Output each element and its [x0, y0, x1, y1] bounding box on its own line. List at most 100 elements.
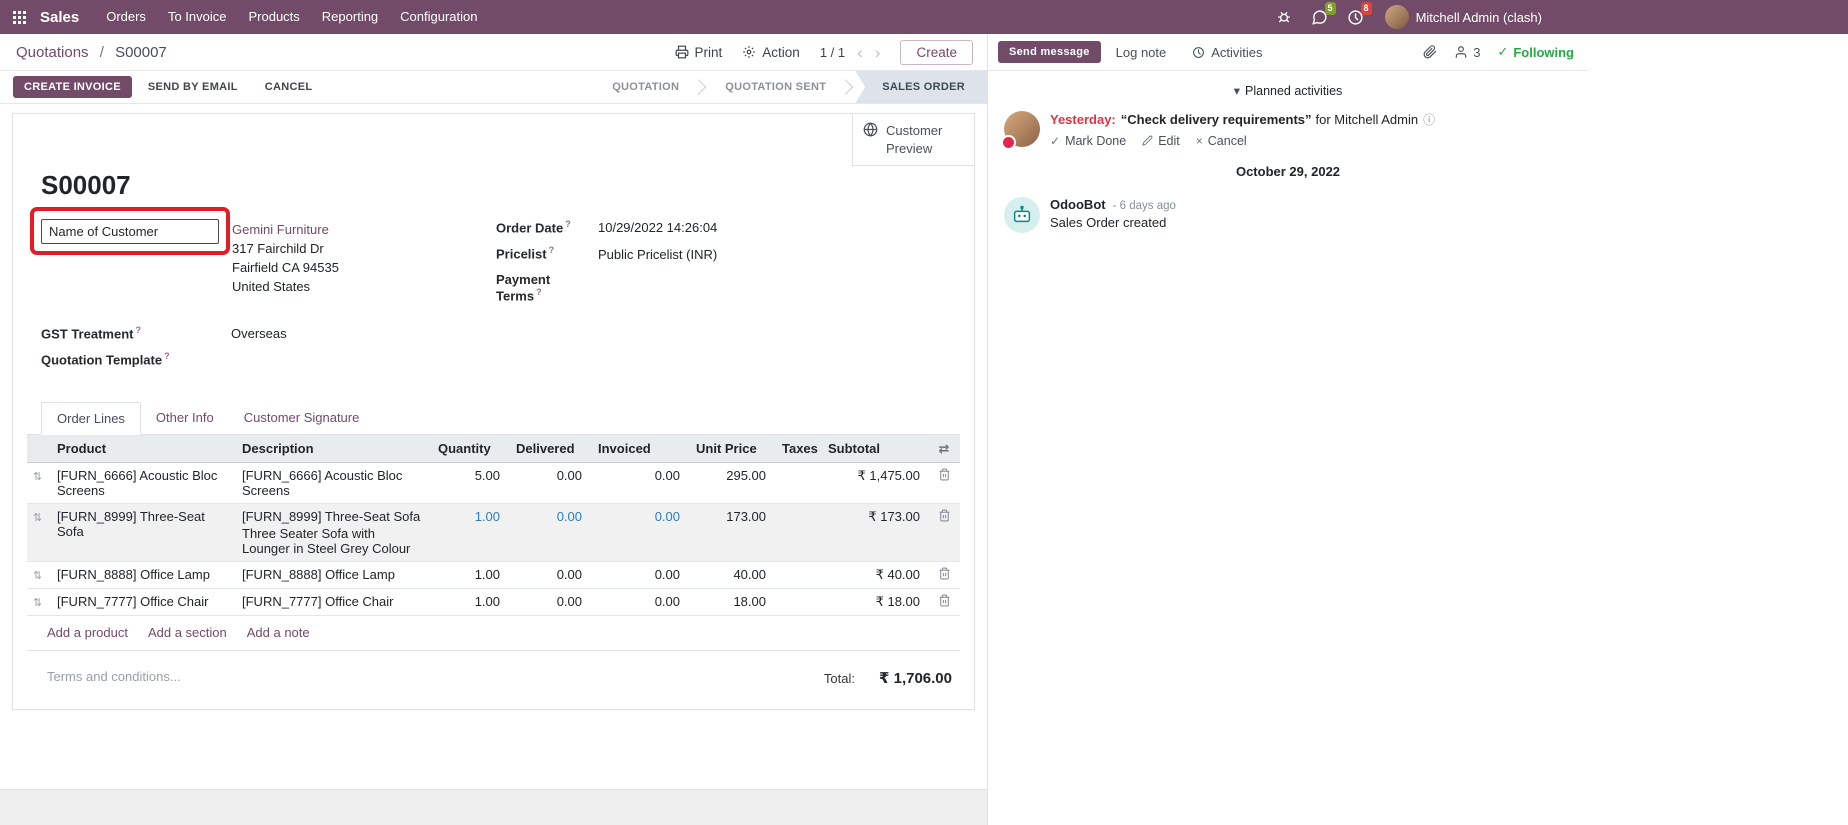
user-menu[interactable]: Mitchell Admin (clash)	[1375, 0, 1552, 34]
line-invoiced[interactable]: 0.00	[590, 588, 688, 615]
followers-button[interactable]: 3	[1454, 45, 1480, 60]
edit-activity-button[interactable]: Edit	[1142, 134, 1180, 148]
gst-treatment-value[interactable]: Overseas	[231, 326, 287, 341]
apps-menu-button[interactable]	[0, 0, 38, 34]
menu-reporting[interactable]: Reporting	[311, 0, 389, 34]
menu-orders[interactable]: Orders	[95, 0, 157, 34]
line-quantity[interactable]: 1.00	[430, 561, 508, 588]
attachments-button[interactable]	[1423, 45, 1437, 59]
mark-done-button[interactable]: ✓Mark Done	[1050, 134, 1126, 148]
info-icon[interactable]: ⓘ	[1423, 113, 1435, 127]
planned-activities-toggle[interactable]: ▾Planned activities	[1004, 83, 1572, 98]
line-unit-price[interactable]: 18.00	[688, 588, 774, 615]
app-name[interactable]: Sales	[40, 9, 79, 26]
following-button[interactable]: ✓ Following	[1497, 44, 1574, 60]
tab-other-info[interactable]: Other Info	[141, 402, 229, 435]
line-invoiced[interactable]: 0.00	[590, 462, 688, 503]
line-taxes[interactable]	[774, 503, 820, 561]
taxes-column-header[interactable]: Taxes	[774, 435, 820, 462]
line-product[interactable]: [FURN_8888] Office Lamp	[49, 561, 234, 588]
line-unit-price[interactable]: 173.00	[688, 503, 774, 561]
line-delivered[interactable]: 0.00	[508, 561, 590, 588]
create-button[interactable]: Create	[900, 40, 973, 65]
order-line-row[interactable]: ⇅ [FURN_7777] Office Chair [FURN_7777] O…	[27, 588, 960, 615]
delete-line-icon[interactable]	[938, 468, 951, 481]
drag-handle-icon[interactable]: ⇅	[33, 471, 42, 483]
delete-line-icon[interactable]	[938, 567, 951, 580]
line-unit-price[interactable]: 40.00	[688, 561, 774, 588]
status-step-quotation-sent[interactable]: QUOTATION SENT	[708, 71, 843, 103]
line-quantity[interactable]: 1.00	[430, 588, 508, 615]
pager-previous-icon[interactable]: ‹	[857, 44, 863, 61]
delete-line-icon[interactable]	[938, 594, 951, 607]
order-line-row[interactable]: ⇅ [FURN_8888] Office Lamp [FURN_8888] Of…	[27, 561, 960, 588]
line-taxes[interactable]	[774, 588, 820, 615]
drag-handle-icon[interactable]: ⇅	[33, 570, 42, 582]
cancel-activity-button[interactable]: ×Cancel	[1196, 134, 1247, 148]
line-product[interactable]: [FURN_7777] Office Chair	[49, 588, 234, 615]
line-product[interactable]: [FURN_6666] Acoustic Bloc Screens	[49, 462, 234, 503]
log-note-button[interactable]: Log note	[1105, 40, 1178, 65]
line-quantity[interactable]: 1.00	[430, 503, 508, 561]
create-invoice-button[interactable]: CREATE INVOICE	[13, 76, 132, 98]
line-taxes[interactable]	[774, 462, 820, 503]
cancel-button[interactable]: CANCEL	[254, 76, 324, 98]
pager-next-icon[interactable]: ›	[875, 44, 881, 61]
activities-button[interactable]: Activities	[1181, 40, 1273, 65]
send-by-email-button[interactable]: SEND BY EMAIL	[137, 76, 249, 98]
subtotal-column-header[interactable]: Subtotal	[820, 435, 928, 462]
customer-name-input[interactable]	[41, 219, 219, 244]
line-delivered[interactable]: 0.00	[508, 503, 590, 561]
delete-line-icon[interactable]	[938, 509, 951, 522]
line-delivered[interactable]: 0.00	[508, 588, 590, 615]
message-author[interactable]: OdooBot	[1050, 197, 1106, 212]
line-quantity[interactable]: 5.00	[430, 462, 508, 503]
menu-configuration[interactable]: Configuration	[389, 0, 488, 34]
breadcrumb-quotations[interactable]: Quotations	[16, 44, 89, 61]
add-product-link[interactable]: Add a product	[47, 625, 128, 640]
table-footer-links: Add a product Add a section Add a note	[27, 616, 960, 651]
optional-columns-icon[interactable]: ⇄	[939, 441, 950, 457]
line-unit-price[interactable]: 295.00	[688, 462, 774, 503]
status-step-sales-order[interactable]: SALES ORDER	[855, 71, 987, 103]
unit-price-column-header[interactable]: Unit Price	[688, 435, 774, 462]
line-description[interactable]: [FURN_8888] Office Lamp	[234, 561, 430, 588]
line-taxes[interactable]	[774, 561, 820, 588]
print-button[interactable]: Print	[675, 45, 723, 60]
bug-icon[interactable]	[1267, 0, 1301, 34]
add-note-link[interactable]: Add a note	[247, 625, 310, 640]
order-line-row[interactable]: ⇅ [FURN_8999] Three-Seat Sofa [FURN_8999…	[27, 503, 960, 561]
followers-count: 3	[1473, 45, 1480, 60]
add-section-link[interactable]: Add a section	[148, 625, 227, 640]
pricelist-value[interactable]: Public Pricelist (INR)	[598, 247, 717, 262]
menu-to-invoice[interactable]: To Invoice	[157, 0, 238, 34]
customer-preview-button[interactable]: Customer Preview	[852, 114, 974, 166]
line-description[interactable]: [FURN_6666] Acoustic Bloc Screens	[234, 462, 430, 503]
activities-clock-icon[interactable]: 8	[1339, 0, 1373, 34]
line-invoiced[interactable]: 0.00	[590, 561, 688, 588]
line-product[interactable]: [FURN_8999] Three-Seat Sofa	[49, 503, 234, 561]
terms-and-conditions-field[interactable]: Terms and conditions...	[47, 669, 181, 684]
invoiced-column-header[interactable]: Invoiced	[590, 435, 688, 462]
tab-customer-signature[interactable]: Customer Signature	[229, 402, 375, 435]
delivered-column-header[interactable]: Delivered	[508, 435, 590, 462]
quantity-column-header[interactable]: Quantity	[430, 435, 508, 462]
order-line-row[interactable]: ⇅ [FURN_6666] Acoustic Bloc Screens [FUR…	[27, 462, 960, 503]
drag-handle-icon[interactable]: ⇅	[33, 597, 42, 609]
line-description[interactable]: [FURN_8999] Three-Seat Sofa Three Seater…	[234, 503, 430, 561]
tab-order-lines[interactable]: Order Lines	[41, 402, 141, 435]
product-column-header[interactable]: Product	[49, 435, 234, 462]
line-delivered[interactable]: 0.00	[508, 462, 590, 503]
action-button[interactable]: Action	[742, 45, 800, 60]
description-column-header[interactable]: Description	[234, 435, 430, 462]
status-step-quotation[interactable]: QUOTATION	[595, 71, 696, 103]
order-date-value[interactable]: 10/29/2022 14:26:04	[598, 220, 717, 235]
menu-products[interactable]: Products	[237, 0, 310, 34]
partner-link[interactable]: Gemini Furniture	[232, 221, 339, 238]
line-description[interactable]: [FURN_7777] Office Chair	[234, 588, 430, 615]
pager-value: 1 / 1	[820, 45, 845, 60]
line-invoiced[interactable]: 0.00	[590, 503, 688, 561]
messages-icon[interactable]: 5	[1303, 0, 1337, 34]
send-message-button[interactable]: Send message	[998, 41, 1101, 63]
drag-handle-icon[interactable]: ⇅	[33, 512, 42, 524]
